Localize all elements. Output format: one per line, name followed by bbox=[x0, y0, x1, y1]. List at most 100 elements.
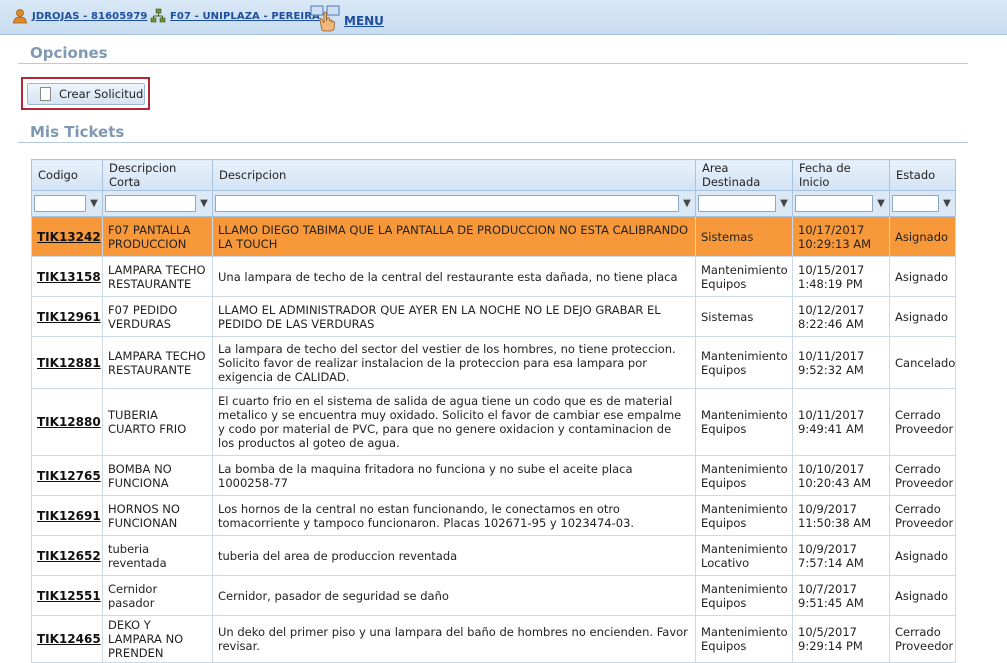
area-cell: Mantenimiento Equipos bbox=[695, 455, 793, 496]
ticket-code-link[interactable]: TIK13242 bbox=[37, 230, 101, 244]
description-cell: El cuarto frio en el sistema de salida d… bbox=[212, 388, 696, 456]
location-link[interactable]: F07 - UNIPLAZA - PEREIRA bbox=[170, 11, 320, 22]
opciones-title: Opciones bbox=[30, 44, 108, 62]
filter-icon[interactable]: ▼ bbox=[681, 197, 693, 211]
table-row[interactable]: TIK13242 F07 PANTALLA PRODUCCION LLAMO D… bbox=[31, 216, 956, 257]
status-cell: Cerrado Proveedor bbox=[889, 388, 956, 456]
column-header-estado[interactable]: Estado bbox=[889, 159, 956, 191]
table-row[interactable]: TIK12961 F07 PEDIDO VERDURAS LLAMO EL AD… bbox=[31, 296, 956, 337]
short-description-cell: F07 PANTALLA PRODUCCION bbox=[102, 216, 213, 257]
area-cell: Mantenimiento Equipos bbox=[695, 495, 793, 536]
table-row[interactable]: TIK12465 DEKO Y LAMPARA NO PRENDEN Un de… bbox=[31, 615, 956, 663]
date-cell: 10/11/2017 9:49:41 AM bbox=[792, 388, 890, 456]
top-bar: JDROJAS - 81605979 F07 - UNIPLAZA - PERE… bbox=[0, 0, 1007, 35]
ticket-code-link[interactable]: TIK12881 bbox=[37, 356, 101, 370]
description-cell: tuberia del area de produccion reventada bbox=[212, 535, 696, 576]
column-header-codigo[interactable]: Codigo bbox=[31, 159, 103, 191]
table-row[interactable]: TIK12881 LAMPARA TECHO RESTAURANTE La la… bbox=[31, 336, 956, 389]
filter-icon[interactable]: ▼ bbox=[778, 197, 790, 211]
status-cell: Cerrado Proveedor bbox=[889, 455, 956, 496]
description-cell: Cernidor, pasador de seguridad se daño bbox=[212, 575, 696, 616]
crear-solicitud-label: Crear Solicitud bbox=[59, 87, 144, 101]
ticket-code-link[interactable]: TIK13158 bbox=[37, 270, 101, 284]
column-header-area-destinada[interactable]: Area Destinada bbox=[695, 159, 793, 191]
filter-icon[interactable]: ▼ bbox=[941, 197, 953, 211]
filter-descripcion-input[interactable] bbox=[215, 195, 679, 212]
filter-icon[interactable]: ▼ bbox=[875, 197, 887, 211]
ticket-code-link[interactable]: TIK12551 bbox=[37, 589, 101, 603]
filter-row: ▼ ▼ ▼ ▼ ▼ ▼ bbox=[31, 190, 956, 217]
short-description-cell: F07 PEDIDO VERDURAS bbox=[102, 296, 213, 337]
ticket-code-link[interactable]: TIK12765 bbox=[37, 469, 101, 483]
ticket-code-link[interactable]: TIK12691 bbox=[37, 509, 101, 523]
filter-cell: ▼ bbox=[102, 190, 213, 217]
filter-area-input[interactable] bbox=[698, 195, 776, 212]
area-cell: Mantenimiento Equipos bbox=[695, 615, 793, 663]
description-cell: La lampara de techo del sector del vesti… bbox=[212, 336, 696, 389]
description-cell: Un deko del primer piso y una lampara de… bbox=[212, 615, 696, 663]
ticket-code-link[interactable]: TIK12465 bbox=[37, 632, 101, 646]
short-description-cell: LAMPARA TECHO RESTAURANTE bbox=[102, 256, 213, 297]
filter-icon[interactable]: ▼ bbox=[88, 197, 100, 211]
short-description-cell: BOMBA NO FUNCIONA bbox=[102, 455, 213, 496]
user-info: JDROJAS - 81605979 bbox=[12, 8, 147, 24]
date-cell: 10/9/2017 11:50:38 AM bbox=[792, 495, 890, 536]
filter-cell: ▼ bbox=[889, 190, 956, 217]
table-row[interactable]: TIK12652 tuberia reventada tuberia del a… bbox=[31, 535, 956, 576]
status-cell: Asignado bbox=[889, 256, 956, 297]
crear-solicitud-highlight: Crear Solicitud bbox=[21, 77, 150, 110]
status-cell: Asignado bbox=[889, 216, 956, 257]
table-row[interactable]: TIK12551 Cernidor pasador Cernidor, pasa… bbox=[31, 575, 956, 616]
filter-cell: ▼ bbox=[695, 190, 793, 217]
ticket-code-link[interactable]: TIK12961 bbox=[37, 310, 101, 324]
column-header-descripcion[interactable]: Descripcion bbox=[212, 159, 696, 191]
status-cell: Cerrado Proveedor bbox=[889, 495, 956, 536]
description-cell: LLAMO EL ADMINISTRADOR QUE AYER EN LA NO… bbox=[212, 296, 696, 337]
location-info: F07 - UNIPLAZA - PEREIRA bbox=[150, 8, 320, 24]
ticket-code-link[interactable]: TIK12652 bbox=[37, 549, 101, 563]
menu-link[interactable]: MENU bbox=[344, 14, 384, 28]
area-cell: Sistemas bbox=[695, 216, 793, 257]
crear-solicitud-button[interactable]: Crear Solicitud bbox=[27, 83, 145, 105]
short-description-cell: DEKO Y LAMPARA NO PRENDEN bbox=[102, 615, 213, 663]
document-icon bbox=[40, 87, 51, 101]
tickets-divider bbox=[18, 142, 968, 143]
table-row[interactable]: TIK12765 BOMBA NO FUNCIONA La bomba de l… bbox=[31, 455, 956, 496]
filter-cell: ▼ bbox=[212, 190, 696, 217]
tickets-table: Codigo Descripcion Corta Descripcion Are… bbox=[31, 159, 956, 663]
ticket-code-link[interactable]: TIK12880 bbox=[37, 415, 101, 429]
date-cell: 10/9/2017 7:57:14 AM bbox=[792, 535, 890, 576]
menu-button[interactable]: MENU bbox=[310, 4, 384, 32]
column-header-descripcion-corta[interactable]: Descripcion Corta bbox=[102, 159, 213, 191]
short-description-cell: HORNOS NO FUNCIONAN bbox=[102, 495, 213, 536]
network-icon bbox=[150, 8, 166, 23]
filter-cell: ▼ bbox=[31, 190, 103, 217]
table-row[interactable]: TIK13158 LAMPARA TECHO RESTAURANTE Una l… bbox=[31, 256, 956, 297]
table-row[interactable]: TIK12691 HORNOS NO FUNCIONAN Los hornos … bbox=[31, 495, 956, 536]
date-cell: 10/11/2017 9:52:32 AM bbox=[792, 336, 890, 389]
description-cell: LLAMO DIEGO TABIMA QUE LA PANTALLA DE PR… bbox=[212, 216, 696, 257]
date-cell: 10/12/2017 8:22:46 AM bbox=[792, 296, 890, 337]
date-cell: 10/7/2017 9:51:45 AM bbox=[792, 575, 890, 616]
description-cell: La bomba de la maquina fritadora no func… bbox=[212, 455, 696, 496]
table-row[interactable]: TIK12880 TUBERIA CUARTO FRIO El cuarto f… bbox=[31, 388, 956, 456]
filter-codigo-input[interactable] bbox=[34, 195, 86, 212]
area-cell: Mantenimiento Equipos bbox=[695, 575, 793, 616]
filter-cell: ▼ bbox=[792, 190, 890, 217]
filter-estado-input[interactable] bbox=[892, 195, 939, 212]
area-cell: Mantenimiento Equipos bbox=[695, 256, 793, 297]
user-link[interactable]: JDROJAS - 81605979 bbox=[32, 11, 147, 22]
date-cell: 10/15/2017 1:48:19 PM bbox=[792, 256, 890, 297]
filter-fecha-input[interactable] bbox=[795, 195, 873, 212]
area-cell: Mantenimiento Locativo bbox=[695, 535, 793, 576]
filter-icon[interactable]: ▼ bbox=[198, 197, 210, 211]
status-cell: Cerrado Proveedor bbox=[889, 615, 956, 663]
status-cell: Asignado bbox=[889, 535, 956, 576]
status-cell: Asignado bbox=[889, 296, 956, 337]
column-header-fecha-inicio[interactable]: Fecha de Inicio bbox=[792, 159, 890, 191]
short-description-cell: tuberia reventada bbox=[102, 535, 213, 576]
area-cell: Sistemas bbox=[695, 296, 793, 337]
short-description-cell: Cernidor pasador bbox=[102, 575, 213, 616]
hand-pointer-menu-icon bbox=[310, 5, 340, 32]
filter-descripcion-corta-input[interactable] bbox=[105, 195, 196, 212]
